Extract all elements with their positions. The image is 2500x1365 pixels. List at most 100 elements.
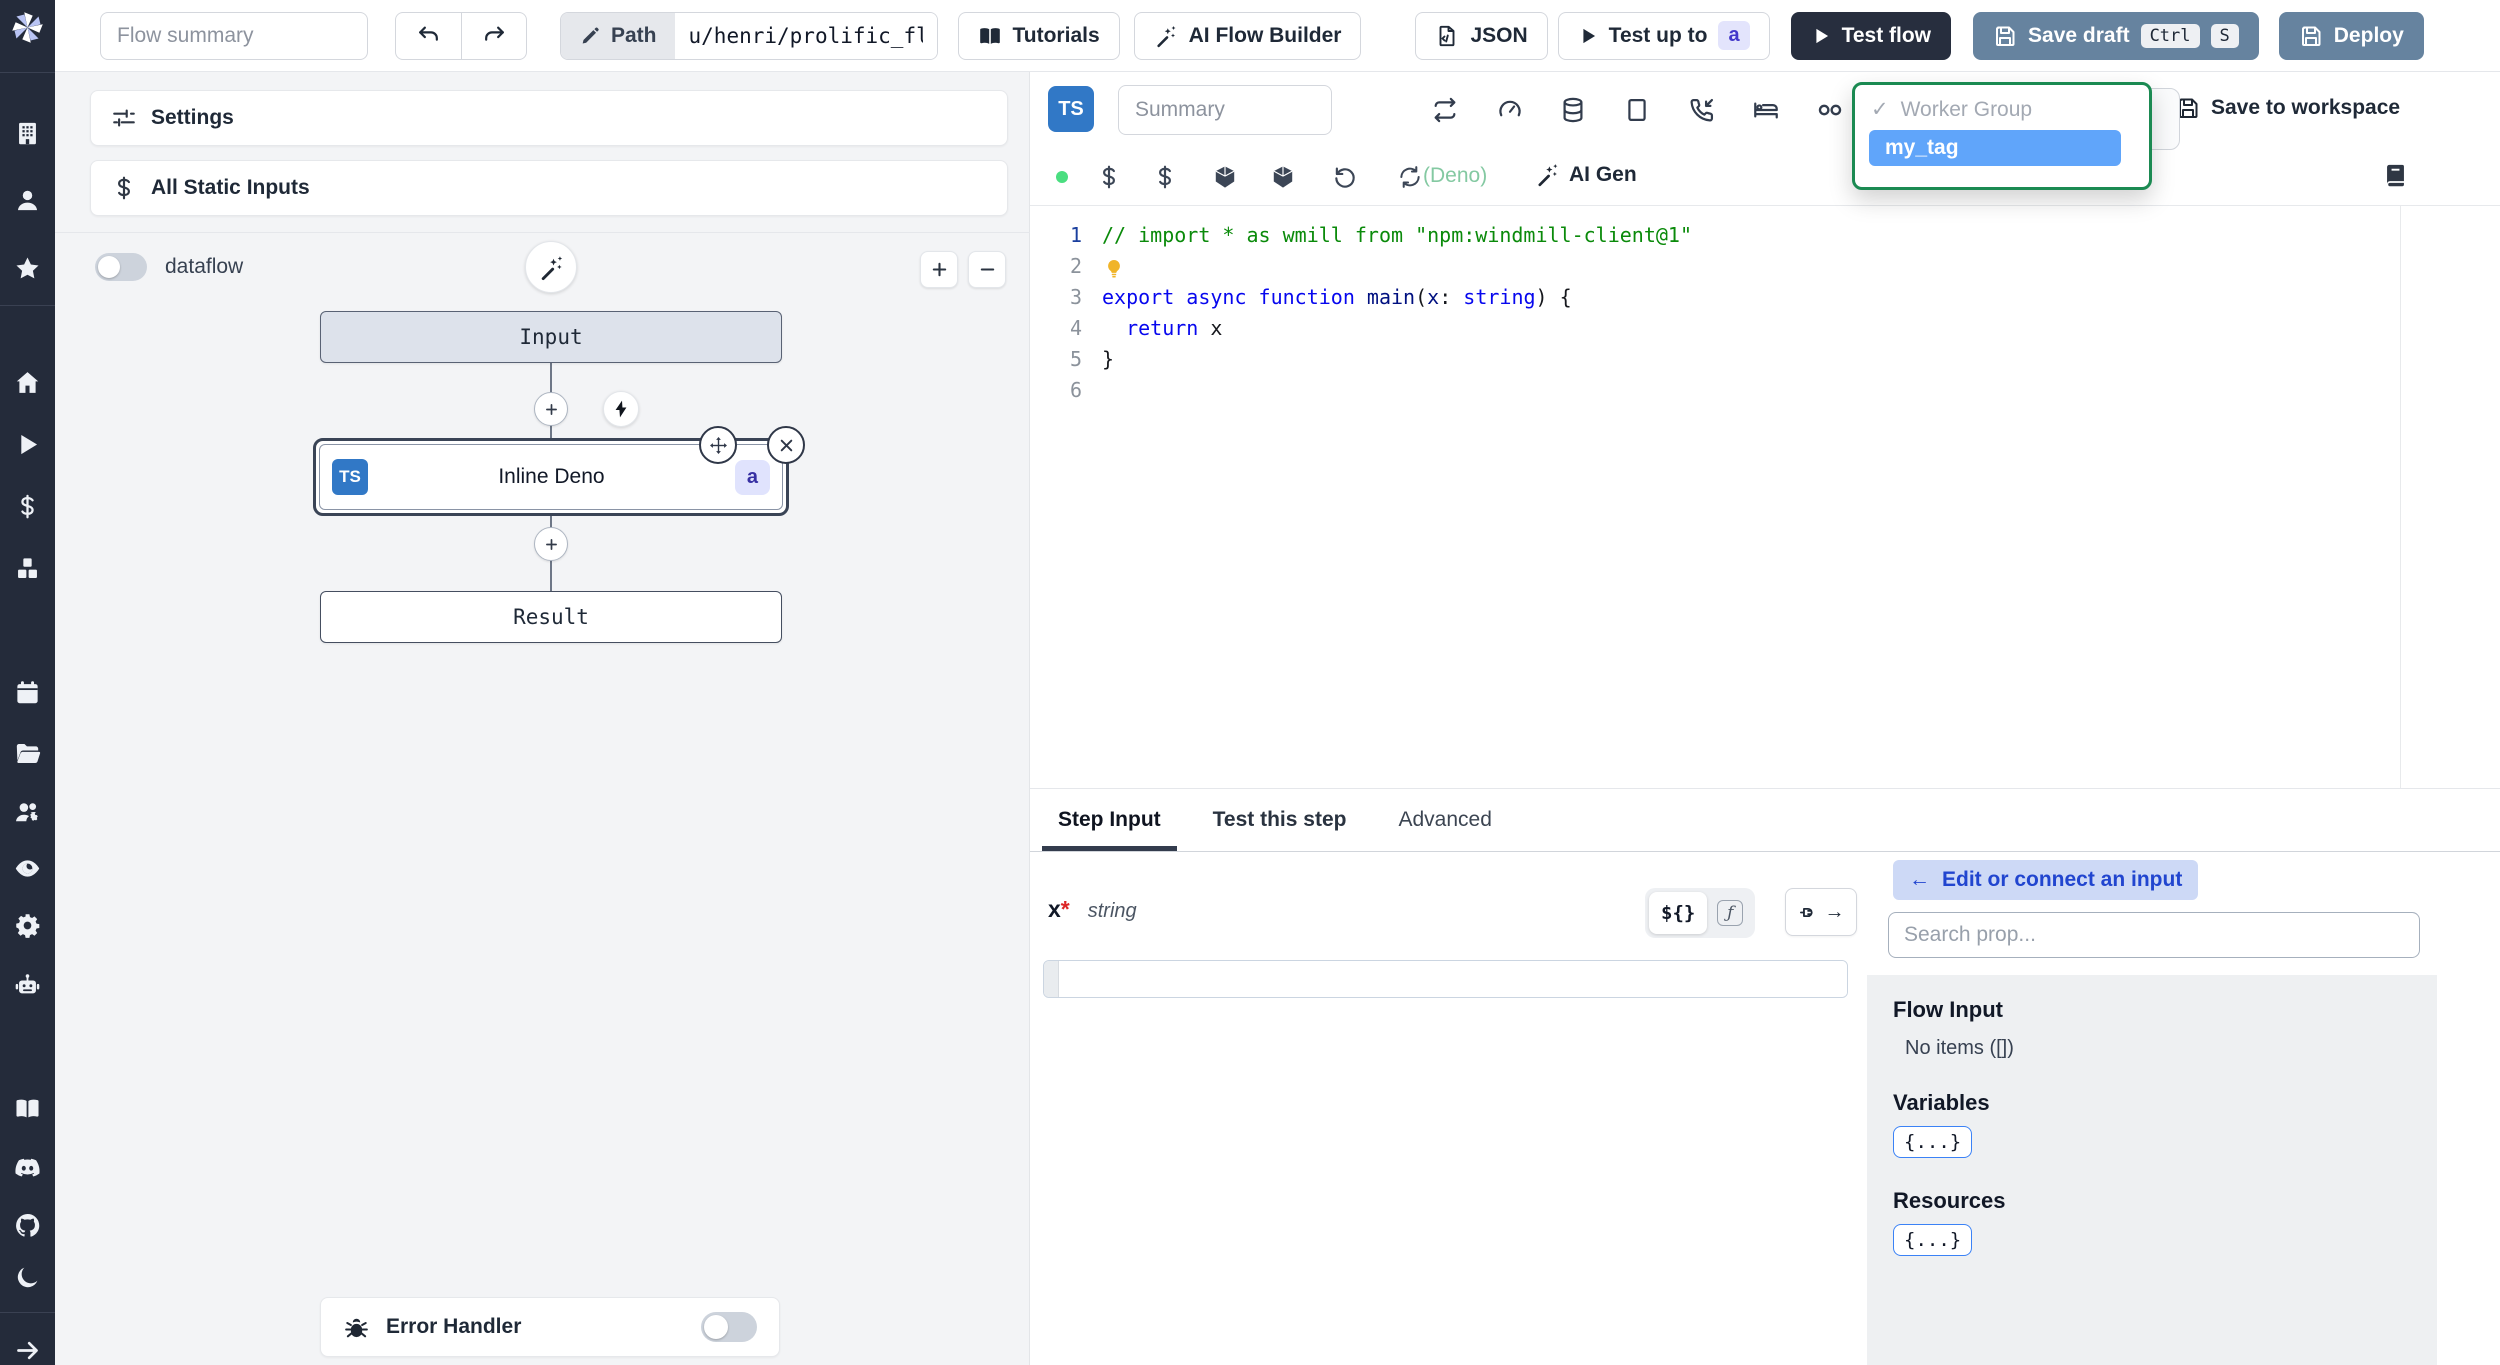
arrow-right-icon[interactable] — [14, 1337, 41, 1364]
undo-icon — [416, 23, 441, 48]
library-icon[interactable] — [2382, 162, 2409, 189]
topbar: Path Tutorials AI Flow Builder JSON Test… — [55, 0, 2500, 72]
worker-tag-option-selected[interactable]: my_tag — [1869, 130, 2121, 166]
refresh-icon[interactable] — [1397, 164, 1423, 190]
ai-gen-button[interactable]: AI Gen — [1535, 162, 1637, 187]
status-dot-icon[interactable] — [1054, 169, 1070, 185]
field-value-input[interactable] — [1059, 961, 1847, 997]
star-icon[interactable] — [14, 255, 41, 282]
home-icon[interactable] — [14, 369, 41, 396]
gauge-icon[interactable] — [1496, 96, 1524, 124]
all-static-inputs-label: All Static Inputs — [151, 176, 310, 199]
play-icon[interactable] — [14, 431, 41, 458]
dollar-icon[interactable] — [1152, 164, 1178, 190]
ai-wand-button[interactable] — [525, 241, 577, 293]
redo-icon — [482, 23, 507, 48]
repeat-icon[interactable] — [1431, 96, 1459, 124]
cube-icon[interactable] — [1212, 164, 1238, 190]
book-open-icon[interactable] — [14, 1095, 41, 1122]
phone-incoming-icon[interactable] — [1688, 96, 1716, 124]
search-prop-input[interactable] — [1888, 912, 2420, 958]
github-icon[interactable] — [14, 1212, 41, 1239]
edit-or-connect-button[interactable]: ← Edit or connect an input — [1893, 860, 2199, 900]
lightbulb-icon[interactable] — [1102, 257, 1126, 281]
code-editor[interactable]: 1 // import * as wmill from "npm:windmill… — [1030, 205, 2500, 789]
line-number: 5 — [1069, 347, 1082, 371]
flow-summary-input[interactable] — [100, 11, 368, 60]
voicemail-icon[interactable] — [1816, 96, 1844, 124]
user-icon[interactable] — [14, 187, 41, 214]
save-draft-button[interactable]: Save draft Ctrl S — [1973, 11, 2259, 60]
tab-step-input[interactable]: Step Input — [1042, 789, 1177, 851]
resources-chip[interactable]: {...} — [1893, 1224, 1973, 1256]
square-icon[interactable] — [1623, 96, 1651, 124]
robot-icon[interactable] — [14, 972, 41, 999]
flow-input-title: Flow Input — [1893, 997, 2003, 1022]
flow-panel: Settings All Static Inputs dataflow Inpu… — [55, 72, 1030, 1365]
undo-button[interactable] — [396, 13, 461, 59]
error-handler-card[interactable]: Error Handler — [320, 1297, 780, 1357]
cubes-icon[interactable] — [14, 555, 41, 582]
redo-button[interactable] — [461, 12, 526, 59]
code-line: 2 — [1030, 254, 2400, 285]
gear-icon[interactable] — [14, 912, 41, 939]
ai-flow-builder-button[interactable]: AI Flow Builder — [1133, 11, 1362, 60]
zoom-out-button[interactable] — [968, 251, 1006, 288]
insert-step-button[interactable] — [534, 392, 568, 426]
function-mode-button[interactable]: ƒ — [1709, 892, 1751, 934]
insert-step-button[interactable] — [534, 527, 568, 561]
arrow-right-icon: → — [1824, 900, 1845, 923]
rotate-left-icon[interactable] — [1332, 164, 1358, 190]
input-node[interactable]: Input — [320, 311, 782, 363]
folder-icon[interactable] — [14, 740, 41, 767]
template-mode-button[interactable]: ${} — [1649, 892, 1708, 934]
field-label-row: x * string — [1048, 896, 1137, 923]
move-step-handle[interactable] — [699, 426, 737, 464]
tab-advanced[interactable]: Advanced — [1382, 789, 1507, 851]
error-handler-toggle[interactable] — [701, 1312, 757, 1342]
all-static-inputs-card[interactable]: All Static Inputs — [90, 160, 1008, 216]
test-flow-label: Test flow — [1841, 23, 1932, 47]
bed-icon[interactable] — [1752, 96, 1780, 124]
tutorials-button[interactable]: Tutorials — [957, 11, 1120, 60]
test-up-to-button[interactable]: Test up to a — [1557, 11, 1770, 60]
settings-card[interactable]: Settings — [90, 90, 1008, 146]
delete-step-button[interactable] — [767, 426, 805, 464]
test-flow-button[interactable]: Test flow — [1790, 11, 1952, 60]
zoom-in-button[interactable] — [920, 251, 958, 288]
moon-icon[interactable] — [14, 1264, 41, 1291]
dollar-icon[interactable] — [1096, 164, 1122, 190]
tab-test-this-step[interactable]: Test this step — [1197, 789, 1363, 851]
flow-input-empty: No items ([]) — [1905, 1037, 2014, 1059]
result-node[interactable]: Result — [320, 591, 782, 643]
drag-handle[interactable] — [1044, 961, 1059, 997]
path-input[interactable] — [674, 12, 937, 59]
save-to-workspace-button[interactable]: Save to workspace — [2176, 96, 2400, 120]
close-icon — [776, 435, 797, 456]
sidebar — [0, 0, 55, 1365]
json-button[interactable]: JSON — [1415, 11, 1548, 60]
windmill-logo-icon[interactable] — [8, 8, 47, 47]
variables-chip[interactable]: {...} — [1893, 1126, 1973, 1158]
worker-group-option[interactable]: ✓ Worker Group — [1855, 85, 2149, 128]
path-label: Path — [611, 23, 657, 47]
discord-icon[interactable] — [14, 1154, 41, 1181]
summary-input[interactable] — [1118, 85, 1332, 135]
eye-icon[interactable] — [14, 855, 41, 882]
deploy-button[interactable]: Deploy — [2278, 11, 2424, 60]
flow-canvas[interactable]: dataflow Input TS Inline Deno a Result E… — [55, 232, 1030, 1365]
dataflow-toggle-row: dataflow — [95, 253, 243, 281]
dollar-icon[interactable] — [14, 493, 41, 520]
building-icon[interactable] — [14, 120, 41, 147]
trigger-button[interactable] — [603, 391, 639, 427]
code-lines: 1 // import * as wmill from "npm:windmill… — [1030, 223, 2400, 409]
calendar-icon[interactable] — [14, 679, 41, 706]
cube-icon[interactable] — [1270, 164, 1296, 190]
database-icon[interactable] — [1559, 96, 1587, 124]
dataflow-toggle[interactable] — [95, 253, 147, 281]
minus-icon — [977, 259, 998, 280]
connect-input-button[interactable]: → — [1785, 888, 1857, 936]
path-button[interactable]: Path — [561, 12, 675, 59]
step-id-badge: a — [734, 459, 770, 495]
users-gear-icon[interactable] — [14, 799, 41, 826]
